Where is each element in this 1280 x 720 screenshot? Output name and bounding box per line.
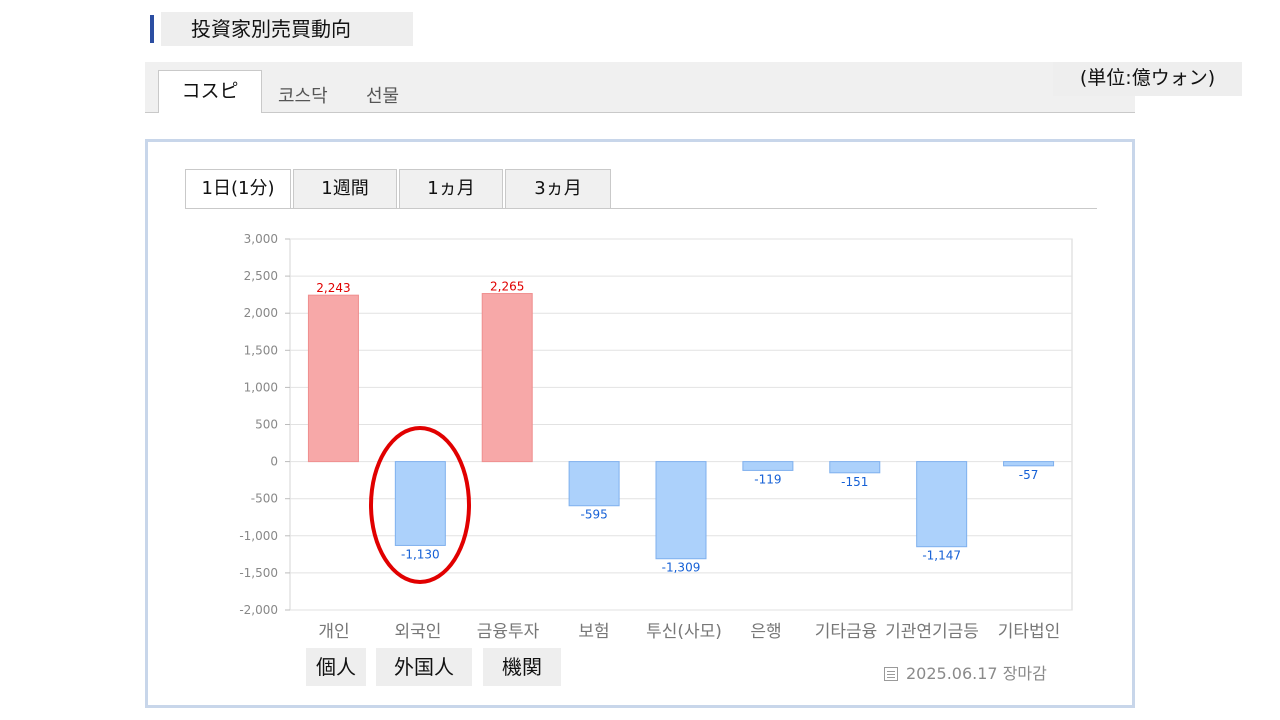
bar-value-label: -1,147 (922, 549, 961, 563)
bar (1003, 461, 1055, 467)
group-label-individual: 個人 (306, 648, 366, 686)
y-tick-label: -2,000 (239, 603, 278, 617)
bar (916, 461, 968, 548)
highlight-circle (369, 426, 471, 584)
y-tick-label: 500 (255, 418, 278, 432)
y-tick-label: 1,000 (244, 380, 278, 394)
bar (568, 461, 620, 507)
group-label-foreign: 外国人 (376, 648, 472, 686)
date-text: 2025.06.17 장마감 (906, 664, 1047, 683)
bar-value-label: -1,309 (662, 561, 701, 575)
bar (307, 294, 359, 463)
bar-value-label: -595 (580, 508, 607, 522)
category-label: 보험 (578, 622, 609, 642)
bar (742, 461, 794, 471)
bar-value-label: -119 (754, 472, 781, 486)
y-tick-label: 3,000 (244, 232, 278, 246)
y-tick-label: 2,500 (244, 269, 278, 283)
y-tick-label: 0 (270, 455, 278, 469)
bar-value-label: 2,243 (316, 281, 350, 295)
bar-value-label: 2,265 (490, 280, 524, 294)
y-tick-label: 1,500 (244, 343, 278, 357)
category-label: 기관연기금등 (885, 622, 979, 642)
group-label-institution: 機関 (483, 648, 561, 686)
category-label: 기타금융 (815, 622, 878, 642)
bar-value-label: -151 (841, 475, 868, 489)
y-tick-label: -500 (251, 492, 278, 506)
y-tick-label: -1,500 (239, 566, 278, 580)
category-label: 개인 (318, 622, 349, 642)
category-label: 투신(사모) (646, 622, 722, 642)
category-label: 외국인 (395, 622, 442, 642)
chart-date: 2025.06.17 장마감 (884, 660, 1047, 684)
category-label: 은행 (750, 622, 781, 642)
investor-bar-chart: 3,000 2,500 2,000 1,500 1,000 500 0 -500 -1,000 -… (239, 232, 1073, 642)
bar (655, 461, 707, 560)
bar (829, 461, 881, 474)
bar-value-label: -57 (1019, 468, 1039, 482)
y-tick-label: 2,000 (244, 306, 278, 320)
calendar-icon (884, 667, 898, 681)
category-label: 금융투자 (477, 622, 540, 642)
y-tick-label: -1,000 (239, 529, 278, 543)
category-label: 기타법인 (998, 622, 1061, 642)
bar (481, 293, 533, 463)
